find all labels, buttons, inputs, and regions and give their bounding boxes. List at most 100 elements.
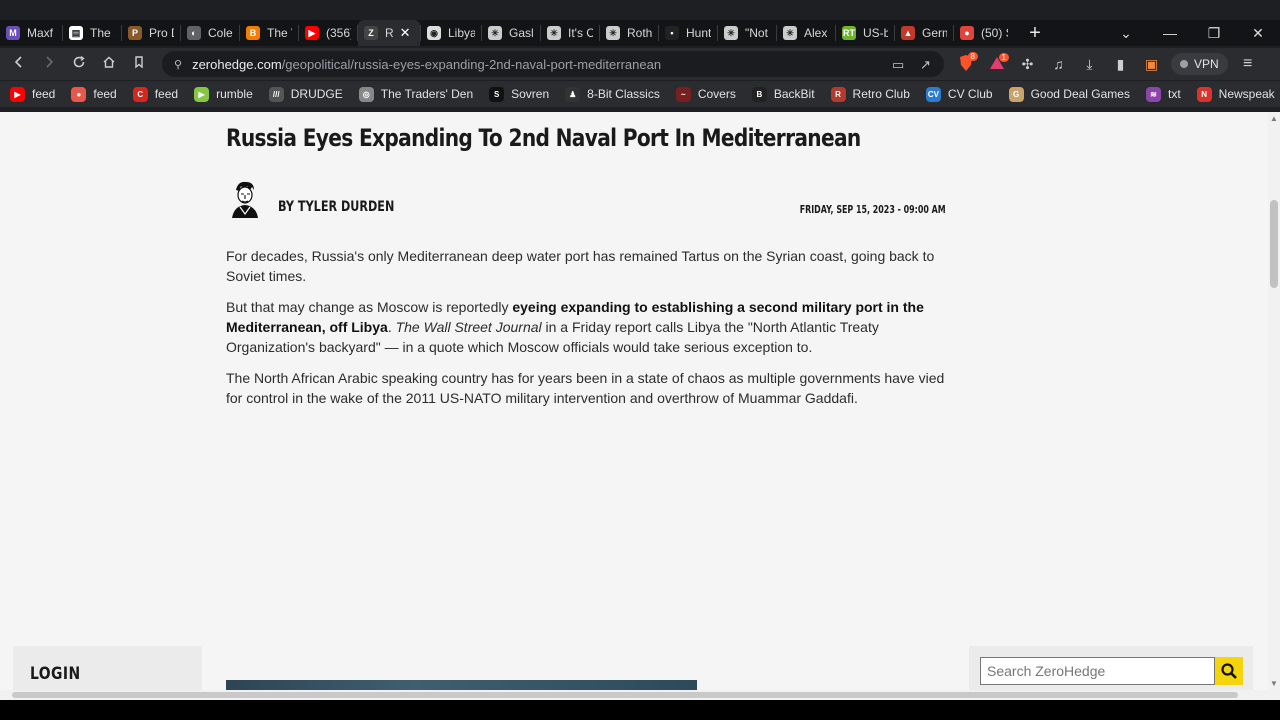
bookmark-item[interactable]: G Good Deal Games [1008, 86, 1130, 102]
browser-tab[interactable]: ▶ (356) [299, 20, 357, 46]
close-tab-icon[interactable]: ✕ [400, 25, 411, 41]
search-input[interactable] [980, 657, 1215, 685]
cast-icon[interactable]: ▭ [892, 57, 904, 73]
address-bar[interactable]: ⚲ zerohedge.com/geopolitical/russia-eyes… [162, 51, 944, 77]
bookmark-item[interactable]: N Newspeak [1196, 86, 1275, 102]
network-icon: ✳ [724, 26, 738, 40]
bookmark-item[interactable]: Cfeed [132, 86, 178, 102]
bookmark-item[interactable]: ♟ 8-Bit Classics [565, 86, 660, 102]
scroll-down-arrow-icon[interactable]: ▼ [1270, 679, 1278, 688]
browser-tab[interactable]: ✳ Roths [600, 20, 658, 46]
bookmark-label: 8-Bit Classics [587, 87, 660, 101]
home-icon [103, 56, 115, 68]
main-menu-button[interactable]: ≡ [1232, 55, 1264, 73]
search-panel [969, 646, 1253, 690]
bookmark-item[interactable]: CV CV Club [925, 86, 993, 102]
bookmark-item[interactable]: ~ Covers [675, 86, 736, 102]
bookmark-item[interactable]: ▶ feed [10, 86, 56, 102]
sidebar-button[interactable]: ▮ [1105, 56, 1136, 73]
vertical-scrollbar[interactable]: ▲ ▼ [1268, 112, 1280, 690]
horizontal-scrollbar-thumb[interactable] [12, 692, 1238, 698]
search-button[interactable] [1215, 657, 1243, 685]
horizontal-scrollbar[interactable] [0, 690, 1280, 700]
browser-tab[interactable]: ◐ Colec [181, 20, 239, 46]
login-heading[interactable]: LOGIN [30, 664, 81, 684]
browser-tab[interactable]: Z R ✕ [358, 20, 420, 46]
browser-tab[interactable]: B The V [240, 20, 298, 46]
bookmark-label: The Traders' Den [380, 87, 474, 101]
bookmarks-bar: ▶ feed ● feed Cfeed ▶ rumble ///DRUDGE ◎ The Trad… [0, 81, 1280, 107]
browser-tab[interactable]: M Maxf [0, 20, 62, 46]
bookmark-item[interactable]: R Retro Club [830, 86, 910, 102]
backbit-icon: B [751, 86, 767, 102]
sidebar-icon: ▮ [1116, 55, 1125, 72]
scrollbar-thumb[interactable] [1270, 200, 1278, 288]
browser-tab[interactable]: ✳ Gasli [482, 20, 540, 46]
hamburger-icon: ≡ [1243, 55, 1253, 72]
bookmark-page-button[interactable] [124, 55, 154, 73]
extensions-button[interactable]: ✣ [1012, 56, 1043, 73]
maxfield-icon: M [6, 26, 20, 40]
article-image [226, 680, 697, 690]
bookmark-label: feed [93, 87, 117, 101]
bookmark-label: Covers [697, 87, 736, 101]
bookmark-item[interactable]: ▶ rumble [194, 86, 253, 102]
vpn-button[interactable]: VPN [1171, 53, 1228, 75]
browser-tab[interactable]: ▲ Germ [895, 20, 953, 46]
brave-rewards-button[interactable]: 1 [981, 52, 1012, 74]
bookmark-label: feed [32, 87, 56, 101]
txt-icon: ≋ [1145, 86, 1161, 102]
bookmark-item[interactable]: /// DRUDGE [268, 86, 343, 102]
scroll-up-arrow-icon[interactable]: ▲ [1270, 114, 1278, 123]
back-button[interactable] [4, 55, 34, 73]
sovren-icon: S [489, 86, 505, 102]
bookmark-label: CV Club [947, 87, 993, 101]
browser-tab[interactable]: ✳ "Not [718, 20, 776, 46]
traders-den-icon: ◎ [358, 86, 374, 102]
navigation-toolbar: ⚲ zerohedge.com/geopolitical/russia-eyes… [0, 48, 1280, 80]
author-byline[interactable]: BY TYLER DURDEN [278, 199, 394, 215]
bookmark-item[interactable]: B BackBit [751, 86, 815, 102]
bookmark-item[interactable]: ≋ txt [1145, 86, 1181, 102]
newspeak-icon: N [1196, 86, 1212, 102]
browser-tab[interactable]: P Pro D [122, 20, 180, 46]
browser-tab[interactable]: RT US-b [836, 20, 894, 46]
minimize-button[interactable]: — [1148, 25, 1192, 41]
browser-tab[interactable]: ✳ It's C [541, 20, 599, 46]
tab-title: (50) S [981, 26, 1008, 40]
forward-arrow-icon [46, 56, 54, 68]
tab-title: "Not [745, 26, 768, 40]
close-window-button[interactable]: ✕ [1236, 25, 1280, 42]
browser-tab[interactable]: ✳ Alex [777, 20, 835, 46]
downloads-button[interactable]: ⤓ [1074, 56, 1105, 73]
browser-tab[interactable]: • Hunt [659, 20, 717, 46]
tabs-container: M Maxf ▤ The 1 P Pro D ◐ Colec B The V ▶ (356) ZR ✕ ◉ L… [0, 20, 1014, 46]
bookmark-item[interactable]: ◎ The Traders' Den [358, 86, 474, 102]
home-button[interactable] [94, 55, 124, 73]
bookmark-item[interactable]: S Sovren [489, 86, 550, 102]
wallet-button[interactable]: ▣ [1136, 56, 1167, 73]
new-tab-button[interactable]: + [1024, 22, 1046, 45]
tab-search-dropdown-icon[interactable]: ⌄ [1104, 25, 1148, 42]
paragraph-2-text-b: . [387, 319, 396, 335]
bookmark-item[interactable]: ● feed [71, 86, 117, 102]
browser-tab[interactable]: ◉ Libya [421, 20, 481, 46]
dark-site-icon: • [665, 26, 679, 40]
restore-button[interactable]: ❐ [1192, 25, 1236, 42]
browser-tab[interactable]: ● (50) S [954, 20, 1014, 46]
author-avatar [226, 178, 262, 218]
tab-title: Maxf [27, 26, 54, 40]
forward-button[interactable] [34, 55, 64, 73]
cv-club-icon: CV [925, 86, 941, 102]
reddit-icon: ● [71, 86, 87, 102]
brave-shields-button[interactable]: 8 [950, 51, 981, 75]
bottom-edge [0, 700, 1280, 720]
reload-button[interactable] [64, 55, 94, 73]
site-info-icon[interactable]: ⚲ [174, 58, 182, 71]
browser-tab[interactable]: ▤ The 1 [63, 20, 121, 46]
bookmark-label: Sovren [511, 87, 550, 101]
tab-title: The 1 [90, 26, 115, 40]
media-button[interactable]: ♫ [1043, 56, 1074, 72]
bookmark-label: rumble [216, 87, 253, 101]
share-icon[interactable]: ↗ [920, 57, 931, 73]
